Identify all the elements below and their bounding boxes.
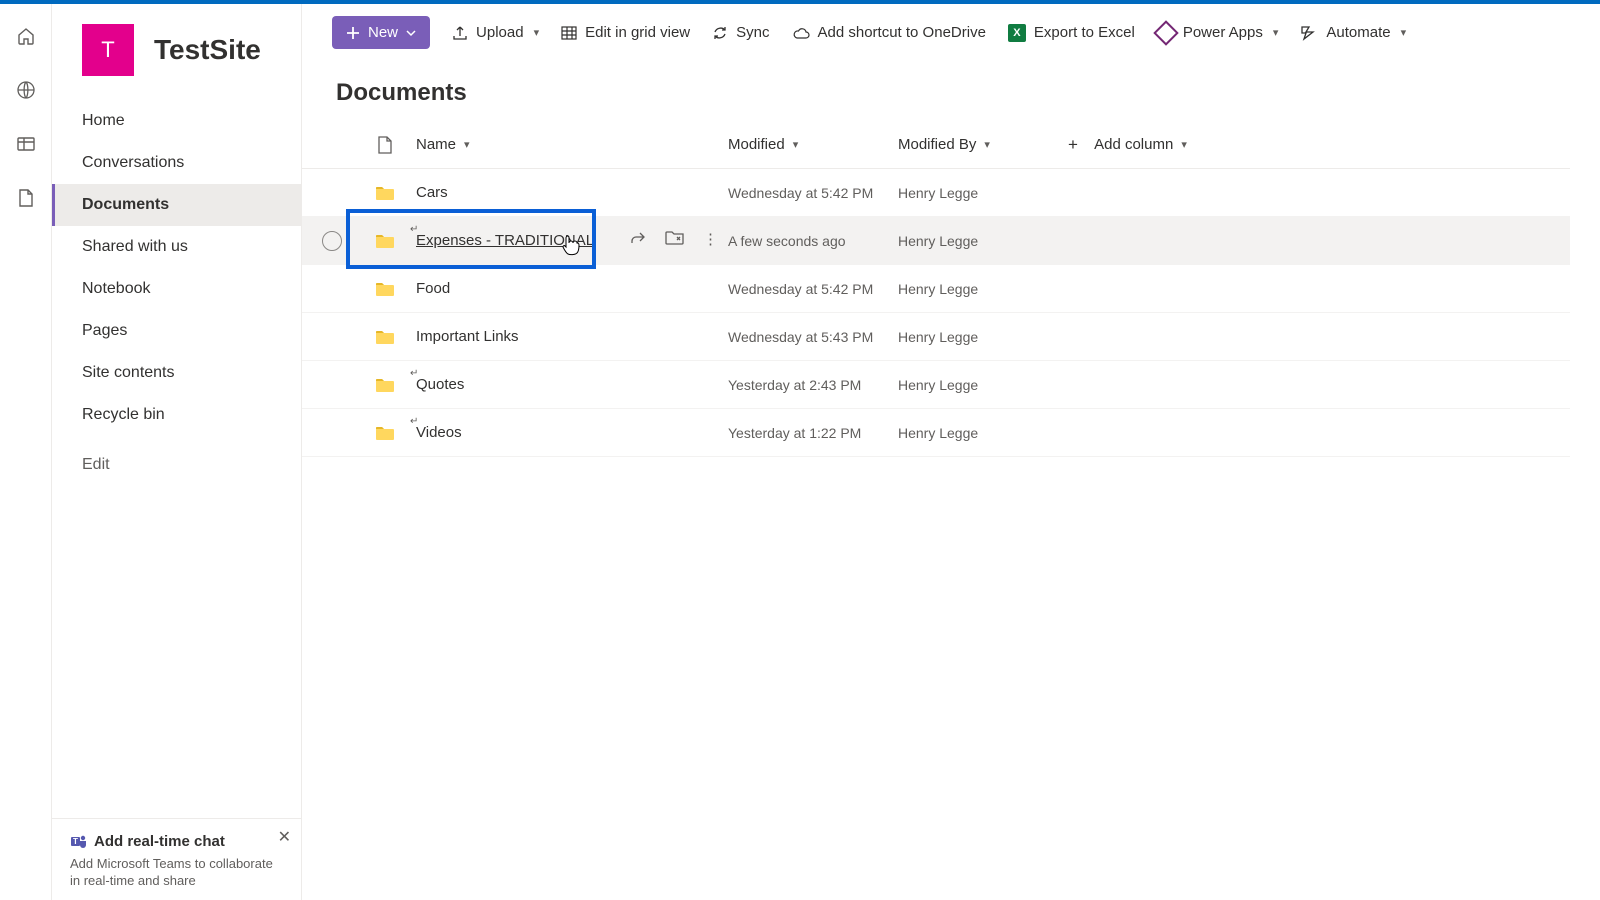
column-modified[interactable]: Modified▾	[728, 136, 898, 153]
folder-name-link[interactable]: Important Links	[416, 328, 519, 345]
modified-cell: Wednesday at 5:43 PM	[728, 329, 898, 345]
sync-button[interactable]: Sync	[712, 24, 769, 41]
table-row[interactable]: Cars Wednesday at 5:42 PMHenry Legge	[302, 169, 1570, 217]
grid-icon	[561, 25, 577, 41]
new-button[interactable]: New	[332, 16, 430, 49]
modified-cell: Yesterday at 2:43 PM	[728, 377, 898, 393]
automate-button[interactable]: Automate▾	[1300, 24, 1406, 41]
site-nav: HomeConversationsDocumentsShared with us…	[52, 94, 301, 818]
onedrive-icon	[792, 26, 810, 40]
link-indicator-icon: ↵	[410, 368, 418, 379]
svg-text:T: T	[73, 837, 78, 846]
folder-name-link[interactable]: Quotes	[416, 376, 464, 393]
site-logo[interactable]: T	[82, 24, 134, 76]
modified-cell: Wednesday at 5:42 PM	[728, 281, 898, 297]
folder-icon	[362, 425, 408, 441]
folder-name-link[interactable]: Videos	[416, 424, 462, 441]
nav-item-pages[interactable]: Pages	[52, 310, 301, 352]
file-icon[interactable]	[14, 186, 38, 210]
nav-item-conversations[interactable]: Conversations	[52, 142, 301, 184]
link-indicator-icon: ↵	[410, 416, 418, 427]
modified-by-cell: Henry Legge	[898, 425, 1068, 441]
table-row[interactable]: ↵Videos Yesterday at 1:22 PMHenry Legge	[302, 409, 1570, 457]
nav-item-documents[interactable]: Documents	[52, 184, 301, 226]
share-icon[interactable]	[629, 230, 647, 252]
power-apps-button[interactable]: Power Apps▾	[1157, 24, 1279, 42]
nav-edit-button[interactable]: Edit	[52, 444, 301, 486]
modified-cell: A few seconds ago	[728, 233, 898, 249]
folder-name-link[interactable]: Cars	[416, 184, 448, 201]
promo-desc: Add Microsoft Teams to collaborate in re…	[70, 855, 283, 890]
folder-icon	[362, 281, 408, 297]
modified-by-cell: Henry Legge	[898, 233, 1068, 249]
modified-by-cell: Henry Legge	[898, 185, 1068, 201]
modified-by-cell: Henry Legge	[898, 377, 1068, 393]
column-name[interactable]: Name▾	[408, 136, 728, 153]
table-row[interactable]: Important Links Wednesday at 5:43 PMHenry…	[302, 313, 1570, 361]
left-nav: T TestSite HomeConversationsDocumentsSha…	[52, 4, 302, 900]
modified-by-cell: Henry Legge	[898, 329, 1068, 345]
sync-icon	[712, 25, 728, 41]
site-header: T TestSite	[52, 4, 301, 94]
upload-icon	[452, 25, 468, 41]
edit-grid-button[interactable]: Edit in grid view	[561, 24, 690, 41]
main-area: New Upload▾ Edit in grid view Sync Add s…	[302, 4, 1600, 900]
list-title: Documents	[302, 61, 1600, 121]
document-table: Name▾ Modified▾ Modified By▾ + Add colum…	[302, 121, 1570, 457]
more-actions-icon[interactable]: ⋮	[703, 230, 720, 252]
promo-title: T Add real-time chat	[70, 833, 283, 851]
globe-icon[interactable]	[14, 78, 38, 102]
open-location-icon[interactable]	[665, 230, 685, 252]
upload-button[interactable]: Upload▾	[452, 24, 539, 41]
nav-item-recycle-bin[interactable]: Recycle bin	[52, 394, 301, 436]
folder-icon	[362, 377, 408, 393]
teams-icon: T	[70, 833, 88, 851]
table-row[interactable]: ↵Quotes Yesterday at 2:43 PMHenry Legge	[302, 361, 1570, 409]
close-icon[interactable]: ✕	[278, 827, 291, 847]
folder-name-link[interactable]: Food	[416, 280, 450, 297]
nav-item-notebook[interactable]: Notebook	[52, 268, 301, 310]
nav-item-shared-with-us[interactable]: Shared with us	[52, 226, 301, 268]
command-bar: New Upload▾ Edit in grid view Sync Add s…	[302, 4, 1600, 61]
folder-icon	[362, 329, 408, 345]
add-shortcut-button[interactable]: Add shortcut to OneDrive	[792, 24, 986, 41]
column-modified-by[interactable]: Modified By▾	[898, 136, 1068, 153]
add-column-button[interactable]: + Add column▾	[1068, 135, 1268, 155]
modified-cell: Yesterday at 1:22 PM	[728, 425, 898, 441]
excel-icon: X	[1008, 24, 1026, 42]
chevron-down-icon	[406, 28, 416, 38]
automate-icon	[1300, 25, 1318, 41]
folder-name-link[interactable]: Expenses - TRADITIONAL	[416, 232, 594, 249]
row-select-circle[interactable]	[322, 231, 342, 251]
link-indicator-icon: ↵	[410, 224, 418, 235]
nav-item-home[interactable]: Home	[52, 100, 301, 142]
plus-icon	[346, 26, 360, 40]
folder-icon	[362, 185, 408, 201]
table-row[interactable]: ↵Expenses - TRADITIONAL ⋮ A few seconds ag…	[302, 217, 1570, 265]
modified-by-cell: Henry Legge	[898, 281, 1068, 297]
filetype-column-icon[interactable]	[362, 136, 408, 154]
list-icon[interactable]	[14, 132, 38, 156]
table-row[interactable]: Food Wednesday at 5:42 PMHenry Legge	[302, 265, 1570, 313]
powerapps-icon	[1153, 20, 1178, 45]
nav-item-site-contents[interactable]: Site contents	[52, 352, 301, 394]
export-excel-button[interactable]: X Export to Excel	[1008, 24, 1135, 42]
app-rail	[0, 4, 52, 900]
site-title[interactable]: TestSite	[154, 34, 261, 66]
teams-promo: ✕ T Add real-time chat Add Microsoft Tea…	[52, 818, 301, 900]
folder-icon	[362, 233, 408, 249]
modified-cell: Wednesday at 5:42 PM	[728, 185, 898, 201]
table-header: Name▾ Modified▾ Modified By▾ + Add colum…	[302, 121, 1570, 169]
home-icon[interactable]	[14, 24, 38, 48]
